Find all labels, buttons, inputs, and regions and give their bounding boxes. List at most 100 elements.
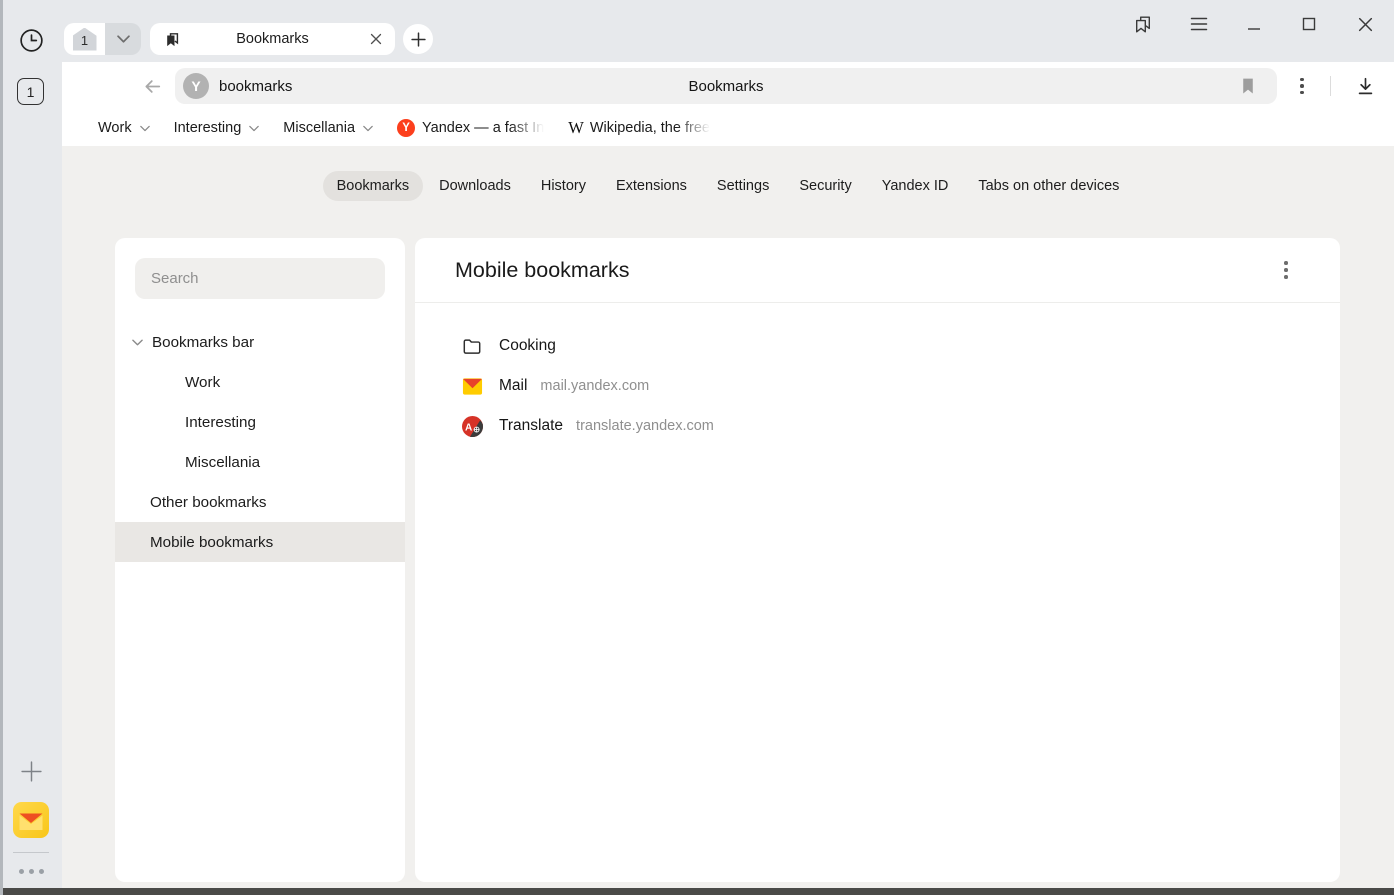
tab-list-dropdown-button[interactable] [105,23,141,55]
dot-icon [1284,261,1288,265]
list-item-translate[interactable]: A Translate translate.yandex.com [415,406,1340,446]
tab-title: Bookmarks [150,31,395,47]
dot-icon [1300,84,1304,88]
bookmarks-bar-folder-miscellania[interactable]: Miscellania [271,114,385,142]
chevron-down-icon [140,125,150,132]
tab-counter-control: 1 [64,23,141,55]
browser-menu-button[interactable] [1184,9,1214,39]
more-panels-button[interactable] [15,865,48,878]
bookmark-name: Mail [499,377,527,395]
link-label: Wikipedia, the free [590,120,710,136]
address-bar-menu-button[interactable] [1288,72,1316,100]
search-box [135,258,385,299]
new-tab-button[interactable] [403,24,433,54]
page-title: Bookmarks [175,68,1277,104]
bookmarks-sidebar: Bookmarks bar Work Interesting Miscellan… [115,238,405,882]
bookmark-url: translate.yandex.com [576,418,714,434]
tree-item-bookmarks-bar[interactable]: Bookmarks bar [115,322,405,362]
strip-divider [13,852,49,853]
tree-item-work[interactable]: Work [115,362,405,402]
tab-bookmarks[interactable]: Bookmarks [323,171,424,201]
tab-strip: 1 Bookmarks [0,0,1394,62]
panel-menu-button[interactable] [1272,256,1300,284]
wikipedia-favicon: W [568,118,584,138]
dot-icon [1300,78,1304,82]
tab-count-badge: 1 [73,28,97,51]
folder-label: Interesting [174,120,242,136]
bookmarks-bar-link-wikipedia[interactable]: W Wikipedia, the free [556,114,722,142]
bookmarks-main-panel: Mobile bookmarks Cooking [415,238,1340,882]
tree-item-label: Work [185,374,220,391]
tab-other-devices[interactable]: Tabs on other devices [964,171,1133,201]
downloads-button[interactable] [1350,71,1380,101]
tree-item-label: Mobile bookmarks [150,534,273,551]
tree-item-mobile-bookmarks[interactable]: Mobile bookmarks [115,522,405,562]
side-strip: 1 [0,62,62,888]
panel-header: Mobile bookmarks [415,238,1340,303]
search-input[interactable] [135,270,385,287]
folder-icon [461,335,483,357]
yandex-translate-favicon: A [461,415,483,437]
bookmark-flag-icon[interactable] [1237,75,1259,97]
panel-title: Mobile bookmarks [455,258,1272,283]
dot-icon [19,869,24,874]
site-badge-icon: Y [183,73,209,99]
dot-icon [1284,275,1288,279]
bookmarks-panel-button[interactable] [1128,9,1158,39]
yandex-mail-app-button[interactable] [13,802,49,838]
bookmark-name: Translate [499,417,563,435]
add-panel-button[interactable] [16,756,46,786]
list-item-cooking[interactable]: Cooking [415,326,1340,366]
maximize-button[interactable] [1294,9,1324,39]
yandex-favicon: Y [397,119,415,137]
tab-settings[interactable]: Settings [703,171,783,201]
tree-item-label: Miscellania [185,454,260,471]
chevron-down-icon [132,339,143,346]
folder-label: Work [98,120,132,136]
minimize-button[interactable] [1239,9,1269,39]
dot-icon [1284,268,1288,272]
dot-icon [1300,91,1304,95]
bookmarks-page: Bookmarks Downloads History Extensions S… [62,146,1394,888]
tab-extensions[interactable]: Extensions [602,171,701,201]
tree-item-label: Bookmarks bar [152,334,254,351]
tab-security[interactable]: Security [785,171,865,201]
dot-icon [39,869,44,874]
workspace-number: 1 [27,84,35,100]
address-bar[interactable]: Y bookmarks Bookmarks [175,68,1277,104]
history-clock-button[interactable] [16,25,46,55]
back-button[interactable] [137,71,167,101]
tree-item-interesting[interactable]: Interesting [115,402,405,442]
close-icon [370,33,382,45]
yandex-mail-icon [13,802,49,838]
bookmark-url: mail.yandex.com [540,378,649,394]
yandex-mail-favicon [461,375,483,397]
download-icon [1353,74,1378,99]
tab-downloads[interactable]: Downloads [425,171,525,201]
svg-text:A: A [465,422,472,433]
tab-counter-button[interactable]: 1 [64,23,105,55]
list-item-mail[interactable]: Mail mail.yandex.com [415,366,1340,406]
tree-item-label: Interesting [185,414,256,431]
bookmark-name: Cooking [499,337,556,355]
tab-yandex-id[interactable]: Yandex ID [868,171,963,201]
close-icon [1357,16,1374,33]
toolbar-separator [1330,76,1331,96]
bookmarks-bar-folder-interesting[interactable]: Interesting [162,114,272,142]
minimize-icon [1246,16,1262,32]
browser-window: 1 Bookmarks [0,0,1394,895]
tree-item-miscellania[interactable]: Miscellania [115,442,405,482]
page-nav: Bookmarks Downloads History Extensions S… [62,171,1394,201]
window-close-button[interactable] [1350,9,1380,39]
bookmarks-bar-folder-work[interactable]: Work [86,114,162,142]
tab-close-button[interactable] [367,30,385,48]
bookmarks-bar-link-yandex[interactable]: Y Yandex — a fast In [385,114,556,142]
toolbar: Y bookmarks Bookmarks [62,62,1394,110]
back-arrow-icon [140,74,165,99]
active-tab[interactable]: Bookmarks [150,23,395,55]
tab-history[interactable]: History [527,171,600,201]
tree-item-other-bookmarks[interactable]: Other bookmarks [115,482,405,522]
workspace-button[interactable]: 1 [17,78,44,105]
plus-icon [20,760,43,783]
site-badge-letter: Y [191,78,200,94]
